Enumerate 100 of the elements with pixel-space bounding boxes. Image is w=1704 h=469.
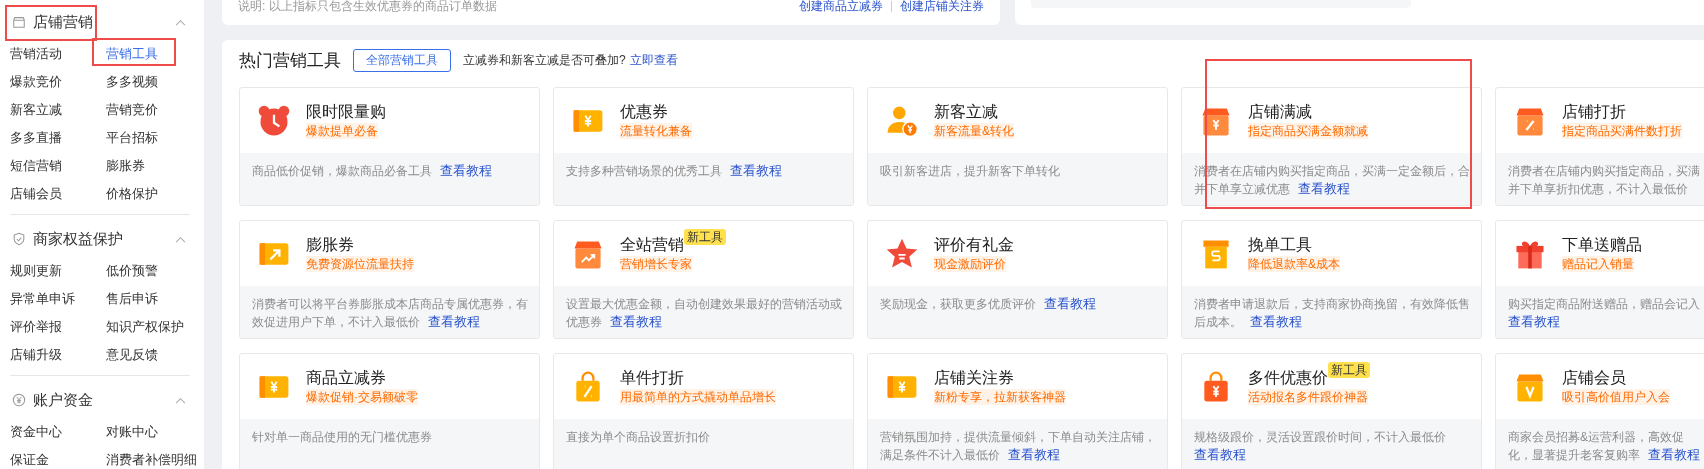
sidebar-item[interactable]: 店铺会员 — [10, 180, 106, 208]
sidebar-item[interactable]: 消费者补偿明细 — [106, 446, 197, 469]
tool-title: 限时限量购 — [306, 102, 386, 122]
tool-subtitle: 指定商品买满件数打折 — [1562, 123, 1682, 139]
tool-card[interactable]: 店铺打折 指定商品买满件数打折 消费者在店铺内购买指定商品，买满 并下单享折扣优惠，不计入最低价 — [1495, 87, 1704, 206]
sidebar-item[interactable]: 爆款竞价 — [10, 68, 106, 96]
tool-title: 多件优惠价 — [1248, 368, 1328, 388]
tutorial-link[interactable]: 查看教程 — [1508, 313, 1560, 331]
sidebar-item[interactable]: 营销竞价 — [106, 96, 190, 124]
tool-description: 购买指定商品附送赠品，赠品会记入 — [1508, 295, 1700, 313]
tool-subtitle: 降低退款率&成本 — [1248, 256, 1340, 272]
sidebar-item[interactable]: 多多直播 — [10, 124, 106, 152]
tutorial-link[interactable]: 查看教程 — [1194, 446, 1246, 464]
sidebar-item[interactable]: 膨胀券 — [106, 152, 190, 180]
sidebar-item[interactable]: 评价举报 — [10, 313, 106, 341]
sidebar-item[interactable]: 对账中心 — [106, 418, 197, 446]
tool-description: 消费者申请退款后，支持商家协商挽留，有效降低售 — [1194, 295, 1470, 313]
tool-subtitle: 新粉专享，拉新获客神器 — [934, 389, 1066, 405]
tool-description: 商品低价促销，爆款商品必备工具 — [252, 162, 432, 180]
chevron-icon[interactable] — [175, 396, 186, 404]
tool-card[interactable]: 评价有礼金 现金激励评价 奖励现金，获取更多优质评价 查看教程 — [867, 220, 1168, 339]
tutorial-link[interactable]: 查看教程 — [1250, 313, 1302, 331]
sidebar-item[interactable]: 营销活动 — [10, 40, 106, 68]
create-link[interactable]: 创建店铺关注券 — [900, 0, 984, 12]
notice-text: 说明: 以上指标只包含生效优惠券的商品订单数据 — [238, 0, 497, 12]
tool-description: 针对单一商品使用的无门槛优惠券 — [252, 428, 432, 446]
chevron-icon[interactable] — [175, 18, 186, 26]
tutorial-link[interactable]: 查看教程 — [730, 162, 782, 180]
sidebar-item[interactable]: 资金中心 — [10, 418, 106, 446]
tool-title: 新客立减 — [934, 102, 998, 122]
new-tag: 新工具 — [684, 229, 726, 245]
shop-icon — [12, 15, 26, 29]
tool-description: 商家会员招募&运营利器，高效促 — [1508, 428, 1684, 446]
tutorial-link[interactable]: 查看教程 — [440, 162, 492, 180]
tutorial-link[interactable]: 查看教程 — [428, 313, 480, 331]
sidebar-item[interactable]: 店铺升级 — [10, 341, 106, 369]
tool-description: 消费者在店铺内购买指定商品，买满 — [1508, 162, 1700, 180]
tool-subtitle: 现金激励评价 — [934, 256, 1006, 272]
tool-card[interactable]: 膨胀券 免费资源位流量扶持 消费者可以将平台券膨胀成本店商品专属优惠券，有 效促进用户下单，不计入最低价 查看教程 — [239, 220, 540, 339]
tool-title: 全站营销 — [620, 235, 684, 255]
sidebar-item[interactable]: 知识产权保护 — [106, 313, 190, 341]
chevron-icon[interactable] — [175, 235, 186, 243]
tool-subtitle: 新客流量&转化 — [934, 123, 1014, 139]
sidebar-item[interactable]: 价格保护 — [106, 180, 190, 208]
tool-card[interactable]: 下单送赠品 赠品记入销量 购买指定商品附送赠品，赠品会记入 查看教程 — [1495, 220, 1704, 339]
tool-title: 店铺满减 — [1248, 102, 1312, 122]
tool-subtitle: 爆款促销·交易额破零 — [306, 389, 418, 405]
sidebar-item[interactable]: 新客立减 — [10, 96, 106, 124]
tool-card[interactable]: 商品立减券 爆款促销·交易额破零 针对单一商品使用的无门槛优惠券 — [239, 353, 540, 469]
tutorial-link[interactable]: 查看教程 — [1008, 446, 1060, 464]
shield-icon — [12, 232, 26, 246]
tool-subtitle: 爆款提单必备 — [306, 123, 378, 139]
sidebar-item[interactable]: 意见反馈 — [106, 341, 190, 369]
section-title: 商家权益保护 — [33, 229, 124, 249]
tool-title: 店铺会员 — [1562, 368, 1626, 388]
question-text: 立减券和新客立减是否可叠加? — [463, 51, 626, 69]
tool-card[interactable]: 限时限量购 爆款提单必备 商品低价促销，爆款商品必备工具 查看教程 — [239, 87, 540, 206]
sidebar-item[interactable]: 售后申诉 — [106, 285, 190, 313]
tutorial-link[interactable]: 查看教程 — [1648, 446, 1700, 464]
tool-card[interactable]: 店铺满减 指定商品买满金额就减 消费者在店铺内购买指定商品，买满一定金额后，合 并下单享立减优惠 查看教程 — [1181, 87, 1482, 206]
tool-title: 店铺打折 — [1562, 102, 1626, 122]
sidebar-item[interactable]: 短信营销 — [10, 152, 106, 180]
section-title: 账户资金 — [33, 390, 94, 410]
view-link[interactable]: 立即查看 — [629, 51, 678, 69]
sidebar-item[interactable]: 异常单申诉 — [10, 285, 106, 313]
sidebar-item[interactable]: 保证金 — [10, 446, 106, 469]
tool-description: 奖励现金，获取更多优质评价 — [880, 295, 1036, 313]
tool-title: 店铺关注券 — [934, 368, 1014, 388]
tool-description: 营销氛围加持，提供流量倾斜，下单自动关注店铺， — [880, 428, 1156, 446]
tool-description: 化，显著提升老客复购率 — [1508, 446, 1640, 464]
tool-title: 评价有礼金 — [934, 235, 1014, 255]
tool-card[interactable]: 新客立减 新客流量&转化 吸引新客进店，提升新客下单转化 — [867, 87, 1168, 206]
all-tools-button[interactable]: 全部营销工具 — [353, 48, 451, 72]
tool-description: 规格级跟价，灵活设置跟价时间，不计入最低价 — [1194, 428, 1446, 446]
sidebar-item[interactable]: 低价预警 — [106, 257, 190, 285]
sidebar-item[interactable]: 营销工具 — [106, 40, 190, 68]
sidebar-item[interactable]: 平台招标 — [106, 124, 190, 152]
tool-card[interactable]: 优惠券 流量转化兼备 支持多种营销场景的优秀工具 查看教程 — [553, 87, 854, 206]
tool-card[interactable]: 店铺会员 吸引高价值用户入会 商家会员招募&运营利器，高效促 化，显著提升老客复购率 查看教程 — [1495, 353, 1704, 469]
tool-subtitle: 活动报名多件跟价神器 — [1248, 389, 1368, 405]
tool-subtitle: 用最简单的方式撬动单品增长 — [620, 389, 776, 405]
sidebar-item[interactable]: 多多视频 — [106, 68, 190, 96]
tutorial-link[interactable]: 查看教程 — [610, 313, 662, 331]
sidebar-item[interactable]: 规则更新 — [10, 257, 106, 285]
tutorial-link[interactable]: 查看教程 — [1044, 295, 1096, 313]
tool-card[interactable]: 挽单工具 降低退款率&成本 消费者申请退款后，支持商家协商挽留，有效降低售 后成本。 查看教程 — [1181, 220, 1482, 339]
tool-description: 消费者可以将平台券膨胀成本店商品专属优惠券，有 — [252, 295, 528, 313]
tool-description: 后成本。 — [1194, 313, 1242, 331]
create-link[interactable]: 创建商品立减券 — [799, 0, 883, 12]
tool-description: 直接为单个商品设置折扣价 — [566, 428, 710, 446]
tool-card[interactable]: 单件打折 用最简单的方式撬动单品增长 直接为单个商品设置折扣价 — [553, 353, 854, 469]
tool-card[interactable]: 店铺关注券 新粉专享，拉新获客神器 营销氛围加持，提供流量倾斜，下单自动关注店铺， 满足条件不计入最低价 查看教程 — [867, 353, 1168, 469]
tool-description: 支持多种营销场景的优秀工具 — [566, 162, 722, 180]
tutorial-link[interactable]: 查看教程 — [1298, 180, 1350, 198]
tool-description: 满足条件不计入最低价 — [880, 446, 1000, 464]
new-tag: 新工具 — [1328, 362, 1370, 378]
tool-title: 单件打折 — [620, 368, 684, 388]
tool-description: 优惠券 — [566, 313, 602, 331]
tool-description: 吸引新客进店，提升新客下单转化 — [880, 162, 1060, 180]
tool-description: 并下单享立减优惠 — [1194, 180, 1290, 198]
